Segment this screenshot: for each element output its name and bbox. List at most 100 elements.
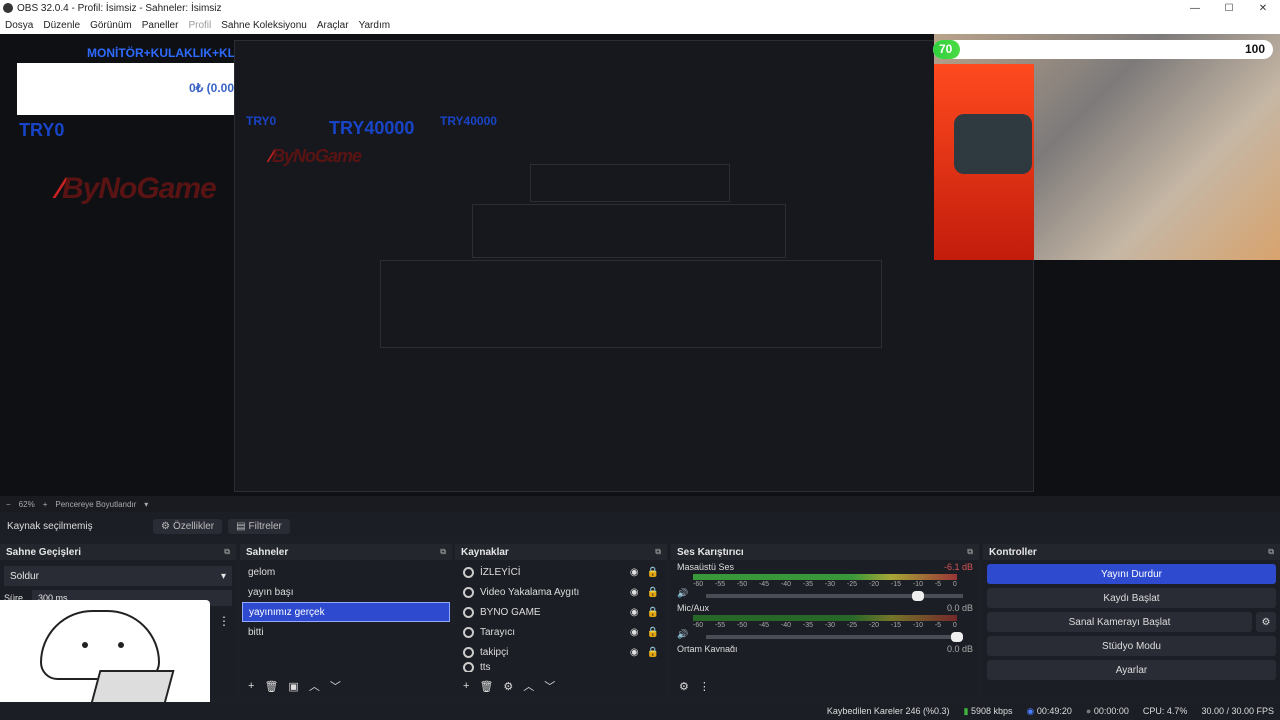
add-icon[interactable]: + bbox=[463, 680, 469, 692]
lock-icon[interactable]: 🔒 bbox=[647, 567, 659, 578]
start-recording-button[interactable]: Kaydı Başlat bbox=[987, 588, 1276, 608]
volume-slider[interactable] bbox=[706, 631, 963, 642]
source-item[interactable]: BYNO GAME ◉ 🔒 bbox=[457, 602, 665, 622]
window-title: OBS 32.0.4 - Profil: İsimsiz - Sahneler:… bbox=[17, 2, 222, 14]
volume-slider[interactable] bbox=[706, 590, 963, 601]
menu-tools[interactable]: Araçlar bbox=[312, 20, 354, 31]
stream-time: ◉ 00:49:20 bbox=[1026, 705, 1072, 716]
mixer-channel-desktop: Masaüstü Ses -6.1 dB -60 -55 -50 -45 -40 -35 -3… bbox=[671, 560, 979, 601]
menu-scene-collection[interactable]: Sahne Koleksiyonu bbox=[216, 20, 312, 31]
more-icon[interactable]: ⋮ bbox=[218, 614, 230, 628]
try-amount-left: TRY0 bbox=[19, 120, 65, 140]
follower-goal-label: TAKİPÇİ HEDEFİ bbox=[1055, 42, 1150, 56]
move-down-icon[interactable]: ﹀ bbox=[544, 678, 555, 694]
preview-zoom-bar: − 62% + Pencereye Boyutlandır ▾ bbox=[0, 496, 1280, 512]
eye-icon[interactable]: ◉ bbox=[630, 647, 639, 658]
mixer-settings-icon[interactable]: ⚙ bbox=[679, 680, 689, 693]
scene-item-selected[interactable]: yayınımız gerçek bbox=[242, 602, 450, 622]
source-type-icon bbox=[463, 626, 474, 638]
gear-icon[interactable]: ⚙ bbox=[1256, 612, 1276, 632]
scale-mode[interactable]: Pencereye Boyutlandır bbox=[55, 500, 136, 509]
dock-float-icon[interactable]: ⧉ bbox=[440, 547, 446, 557]
mixer-channel-mic: Mic/Aux 0.0 dB -60 -55 -50 -45 -40 -35 -30 -25 -2… bbox=[671, 601, 979, 642]
eye-icon[interactable]: ◉ bbox=[630, 627, 639, 638]
preview-canvas[interactable]: 0₺ (0.00%) MONİTÖR+KULAKLIK+KLAVYE+MOUSE… bbox=[0, 34, 1280, 496]
scene-item[interactable]: bitti bbox=[242, 622, 450, 642]
lock-icon[interactable]: 🔒 bbox=[647, 647, 659, 658]
dock-float-icon[interactable]: ⧉ bbox=[967, 547, 973, 557]
keyboard-image bbox=[90, 670, 175, 704]
zoom-plus[interactable]: + bbox=[43, 500, 48, 509]
add-icon[interactable]: + bbox=[248, 680, 254, 692]
move-up-icon[interactable]: ︿ bbox=[523, 678, 534, 694]
scene-filter-icon[interactable]: ▣ bbox=[288, 680, 298, 693]
source-type-icon bbox=[463, 586, 474, 598]
speaker-icon[interactable]: 🔊 bbox=[677, 588, 688, 599]
volume-meter bbox=[693, 574, 957, 580]
menu-help[interactable]: Yardım bbox=[354, 20, 396, 31]
dock-float-icon[interactable]: ⧉ bbox=[1268, 547, 1274, 557]
record-icon: ● bbox=[1085, 706, 1092, 716]
source-item[interactable]: takipçi ◉ 🔒 bbox=[457, 642, 665, 662]
scenes-dock: Sahneler ⧉ gelom yayın başı yayınımız ger… bbox=[240, 544, 452, 696]
source-type-icon bbox=[463, 566, 474, 578]
bynogame-logo-small: ⁄ByNoGame bbox=[270, 146, 362, 166]
follower-goal-min: 70 bbox=[939, 42, 953, 56]
eye-icon[interactable]: ◉ bbox=[630, 567, 639, 578]
move-down-icon[interactable]: ﹀ bbox=[330, 678, 341, 694]
move-up-icon[interactable]: ︿ bbox=[309, 678, 320, 694]
properties-button[interactable]: ⚙ Özellikler bbox=[153, 518, 223, 534]
menu-profile[interactable]: Profil bbox=[183, 20, 216, 31]
menu-edit[interactable]: Düzenle bbox=[38, 20, 85, 31]
audio-mixer-dock: Ses Karıştırıcı ⧉ Masaüstü Ses -6.1 dB -60… bbox=[671, 544, 979, 696]
menu-file[interactable]: Dosya bbox=[0, 20, 38, 31]
dock-float-icon[interactable]: ⧉ bbox=[655, 547, 661, 557]
chevron-down-icon[interactable]: ▾ bbox=[144, 500, 148, 509]
filters-button[interactable]: ▤ Filtreler bbox=[228, 518, 290, 534]
trash-icon[interactable]: 🗑 bbox=[479, 680, 493, 693]
source-properties-bar: Kaynak seçilmemiş ⚙ Özellikler ▤ Filtreler bbox=[0, 514, 1280, 538]
maximize-button[interactable]: ☐ bbox=[1212, 3, 1246, 14]
signal-icon: ▮ bbox=[963, 705, 969, 716]
zoom-minus[interactable]: − bbox=[6, 500, 11, 509]
mixer-title: Ses Karıştırıcı bbox=[677, 546, 744, 558]
source-type-icon bbox=[463, 662, 474, 672]
dock-float-icon[interactable]: ⧉ bbox=[224, 547, 230, 557]
follower-goal-max: 100 bbox=[1244, 42, 1265, 56]
eye-icon[interactable]: ◉ bbox=[630, 587, 639, 598]
fps: 30.00 / 30.00 FPS bbox=[1201, 706, 1274, 716]
source-item[interactable]: tts bbox=[457, 662, 665, 672]
close-button[interactable]: ✕ bbox=[1246, 3, 1280, 14]
lock-icon[interactable]: 🔒 bbox=[647, 627, 659, 638]
virtual-camera-button[interactable]: Sanal Kamerayı Başlat bbox=[987, 612, 1252, 632]
menu-view[interactable]: Görünüm bbox=[85, 20, 137, 31]
trash-icon[interactable]: 🗑 bbox=[264, 680, 278, 693]
eye-icon[interactable]: ◉ bbox=[630, 607, 639, 618]
zoom-level[interactable]: 62% bbox=[19, 500, 35, 509]
source-list: İZLEYİCİ ◉ 🔒 Video Yakalama Aygıtı ◉ 🔒 BYNO … bbox=[455, 562, 667, 672]
speaker-icon[interactable]: 🔊 bbox=[677, 629, 688, 640]
menu-docks[interactable]: Paneller bbox=[137, 20, 184, 31]
filter-icon: ▤ bbox=[236, 520, 246, 532]
settings-button[interactable]: Ayarlar bbox=[987, 660, 1276, 680]
minimize-button[interactable]: — bbox=[1178, 3, 1212, 14]
scenes-toolbar: + 🗑 ▣ ︿ ﹀ bbox=[240, 676, 452, 696]
transition-select[interactable]: Soldur ▾ bbox=[4, 566, 232, 586]
window-titlebar: OBS 32.0.4 - Profil: İsimsiz - Sahneler:… bbox=[0, 0, 1280, 16]
lock-icon[interactable]: 🔒 bbox=[647, 587, 659, 598]
more-icon[interactable]: ⋮ bbox=[699, 680, 710, 693]
scene-item[interactable]: gelom bbox=[242, 562, 450, 582]
scenes-title: Sahneler bbox=[246, 546, 289, 558]
source-item[interactable]: İZLEYİCİ ◉ 🔒 bbox=[457, 562, 665, 582]
bitrate: ▮ 5908 kbps bbox=[963, 705, 1013, 716]
obs-logo-icon bbox=[3, 3, 13, 13]
nested-preview-3 bbox=[472, 204, 786, 258]
scene-item[interactable]: yayın başı bbox=[242, 582, 450, 602]
gear-icon[interactable]: ⚙ bbox=[503, 680, 513, 693]
lock-icon[interactable]: 🔒 bbox=[647, 607, 659, 618]
studio-mode-button[interactable]: Stüdyo Modu bbox=[987, 636, 1276, 656]
source-item[interactable]: Tarayıcı ◉ 🔒 bbox=[457, 622, 665, 642]
webcam-feed: K 1 bbox=[934, 34, 1280, 260]
source-item[interactable]: Video Yakalama Aygıtı ◉ 🔒 bbox=[457, 582, 665, 602]
stop-stream-button[interactable]: Yayını Durdur bbox=[987, 564, 1276, 584]
